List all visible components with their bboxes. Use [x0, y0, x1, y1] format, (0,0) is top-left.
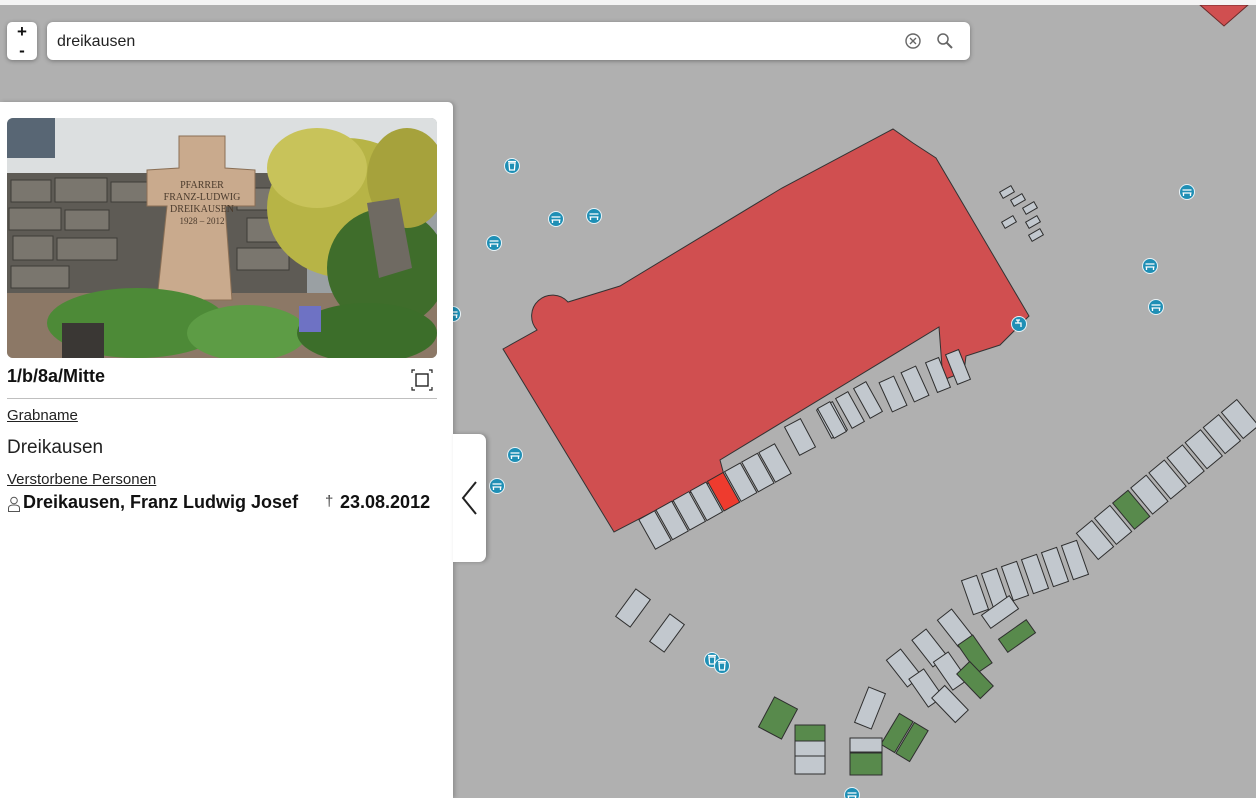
deceased-name: Dreikausen, Franz Ludwig Josef [23, 492, 299, 512]
zoom-to-extent-icon[interactable] [411, 369, 433, 391]
grave-info-panel: PFARRER FRANZ-LUDWIG DREIKAUSEN 1928 – 2… [0, 102, 453, 798]
bench-icon[interactable] [586, 208, 602, 224]
bench-icon[interactable] [507, 447, 523, 463]
grave-photo[interactable]: PFARRER FRANZ-LUDWIG DREIKAUSEN 1928 – 2… [7, 118, 437, 358]
search-bar [47, 22, 970, 60]
cross-inscription-line-3: DREIKAUSEN [170, 204, 234, 215]
circle-x-icon[interactable] [904, 32, 922, 50]
cross-inscription-line-4: 1928 – 2012 [180, 216, 225, 226]
grave-name-label[interactable]: Grabname [7, 407, 78, 424]
zoom-out-button[interactable]: - [7, 41, 37, 60]
cross-inscription-line-1: PFARRER [180, 180, 224, 191]
grave-plot[interactable] [794, 740, 826, 758]
bench-icon[interactable] [489, 478, 505, 494]
bench-icon[interactable] [1142, 258, 1158, 274]
bench-icon[interactable] [1179, 184, 1195, 200]
grave-name-value: Dreikausen [7, 437, 104, 458]
panel-collapse-button[interactable] [453, 434, 486, 562]
grave-plot[interactable] [794, 724, 826, 742]
search-input[interactable] [55, 28, 889, 56]
bench-icon[interactable] [844, 787, 860, 798]
deceased-person-row: Dreikausen, Franz Ludwig Josef † 23.08.2… [7, 492, 437, 516]
grave-plot[interactable] [849, 752, 883, 776]
water-tap-icon[interactable] [1011, 316, 1027, 332]
grave-plot[interactable] [849, 737, 883, 753]
person-icon [8, 496, 20, 512]
magnifier-icon[interactable] [936, 32, 954, 50]
top-strip [0, 0, 1256, 5]
zoom-in-button[interactable]: + [7, 22, 37, 41]
grave-plot[interactable] [794, 755, 826, 775]
header-divider [7, 398, 437, 399]
bench-icon[interactable] [1148, 299, 1164, 315]
grave-id: 1/b/8a/Mitte [7, 366, 106, 386]
death-date: 23.08.2012 [340, 492, 431, 512]
zoom-control: + - [7, 22, 37, 60]
bench-icon[interactable] [486, 235, 502, 251]
dagger-cross-icon: † [325, 493, 334, 510]
cross-inscription-line-2: FRANZ-LUDWIG [164, 192, 241, 203]
trash-bin-icon[interactable] [714, 658, 730, 674]
chevron-left-icon [461, 481, 477, 515]
trash-bin-icon[interactable] [504, 158, 520, 174]
deceased-label[interactable]: Verstorbene Personen [7, 471, 156, 488]
bench-icon[interactable] [548, 211, 564, 227]
